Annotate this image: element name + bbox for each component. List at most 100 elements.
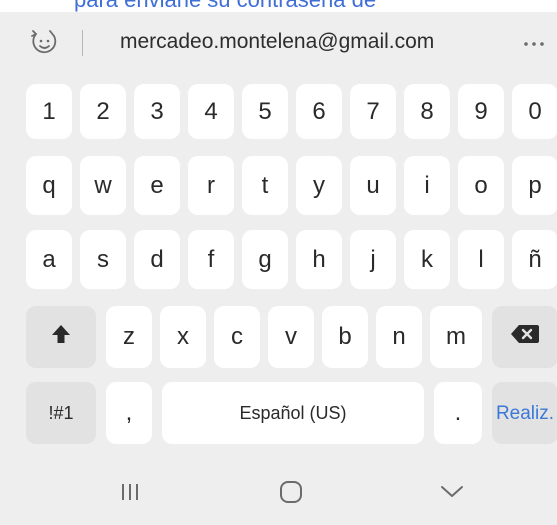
key-label: r (207, 171, 215, 199)
email-suggestion[interactable]: mercadeo.montelena@gmail.com (120, 30, 434, 54)
key-c[interactable]: c (214, 306, 260, 368)
key-0[interactable]: 0 (512, 84, 557, 139)
key-6[interactable]: 6 (296, 84, 342, 139)
space-label: Español (US) (239, 403, 347, 423)
key-label: 2 (96, 97, 110, 125)
key-label: s (97, 245, 109, 273)
key-label: 1 (42, 97, 56, 125)
key-j[interactable]: j (350, 230, 396, 289)
key-label: i (424, 171, 430, 199)
key-d[interactable]: d (134, 230, 180, 289)
key-label: 4 (204, 97, 218, 125)
key-label: 8 (420, 97, 434, 125)
key-label: 0 (528, 97, 542, 125)
key-v[interactable]: v (268, 306, 314, 368)
key-l[interactable]: l (458, 230, 504, 289)
key-s[interactable]: s (80, 230, 126, 289)
backspace-icon (510, 323, 540, 351)
key-label: 7 (366, 97, 380, 125)
key-label: u (366, 171, 380, 199)
key-q[interactable]: q (26, 156, 72, 215)
key-label: h (312, 245, 326, 273)
key-label: y (313, 171, 325, 199)
key-h[interactable]: h (296, 230, 342, 289)
key-label: d (150, 245, 164, 273)
key-label: m (446, 323, 466, 350)
key-n-tilde[interactable]: ñ (512, 230, 557, 289)
key-label: Realiz. (495, 402, 555, 424)
key-label: l (478, 245, 484, 273)
key-label: j (370, 245, 376, 273)
key-b[interactable]: b (322, 306, 368, 368)
key-label: , (125, 399, 133, 426)
key-t[interactable]: t (242, 156, 288, 215)
key-3[interactable]: 3 (134, 84, 180, 139)
key-label: f (207, 245, 215, 273)
key-label: q (42, 171, 56, 199)
key-5[interactable]: 5 (242, 84, 288, 139)
period-key[interactable]: . (434, 382, 482, 444)
key-label: o (474, 171, 488, 199)
clipboard-smile-icon[interactable] (28, 28, 62, 58)
key-label: 9 (474, 97, 488, 125)
system-navigation-bar (0, 458, 557, 525)
hide-keyboard-chevron-icon[interactable] (422, 472, 482, 512)
recent-apps-icon[interactable] (100, 472, 160, 512)
key-i[interactable]: i (404, 156, 450, 215)
key-y[interactable]: y (296, 156, 342, 215)
key-label: n (392, 323, 406, 350)
key-label: !#1 (48, 403, 74, 423)
partial-text: para enviarle su contraseña de (74, 0, 376, 12)
suggestion-bar: mercadeo.montelena@gmail.com (0, 12, 557, 72)
space-key[interactable]: Español (US) (162, 382, 424, 444)
key-label: z (123, 323, 135, 350)
key-p[interactable]: p (512, 156, 557, 215)
key-label: e (150, 171, 164, 199)
key-label: p (528, 171, 542, 199)
done-key[interactable]: Realiz. (492, 382, 557, 444)
text-field-peek: para enviarle su contraseña de (0, 0, 557, 12)
key-2[interactable]: 2 (80, 84, 126, 139)
symbols-key[interactable]: !#1 (26, 382, 96, 444)
key-8[interactable]: 8 (404, 84, 450, 139)
key-r[interactable]: r (188, 156, 234, 215)
key-a[interactable]: a (26, 230, 72, 289)
suggestion-divider (82, 30, 83, 56)
key-o[interactable]: o (458, 156, 504, 215)
key-label: 5 (258, 97, 272, 125)
key-u[interactable]: u (350, 156, 396, 215)
key-label: w (94, 171, 112, 199)
key-label: v (285, 323, 297, 350)
home-icon[interactable] (261, 472, 321, 512)
key-label: t (261, 171, 269, 199)
more-horizontal-icon[interactable] (520, 34, 548, 54)
key-9[interactable]: 9 (458, 84, 504, 139)
shift-key[interactable] (26, 306, 96, 368)
key-label: 3 (150, 97, 164, 125)
comma-key[interactable]: , (106, 382, 152, 444)
key-label: g (258, 245, 272, 273)
key-label: b (338, 323, 352, 350)
key-f[interactable]: f (188, 230, 234, 289)
key-label: ñ (528, 245, 542, 273)
key-m[interactable]: m (430, 306, 482, 368)
key-label: 6 (312, 97, 326, 125)
key-1[interactable]: 1 (26, 84, 72, 139)
key-label: x (177, 323, 189, 350)
key-7[interactable]: 7 (350, 84, 396, 139)
key-label: k (421, 245, 433, 273)
key-label: a (42, 245, 56, 273)
key-k[interactable]: k (404, 230, 450, 289)
key-n[interactable]: n (376, 306, 422, 368)
key-4[interactable]: 4 (188, 84, 234, 139)
backspace-key[interactable] (492, 306, 557, 368)
keyboard-screen: para enviarle su contraseña de mercadeo.… (0, 0, 557, 525)
key-w[interactable]: w (80, 156, 126, 215)
key-g[interactable]: g (242, 230, 288, 289)
key-label: c (231, 323, 243, 350)
key-label: . (454, 399, 462, 426)
key-z[interactable]: z (106, 306, 152, 368)
key-e[interactable]: e (134, 156, 180, 215)
key-x[interactable]: x (160, 306, 206, 368)
shift-arrow-up-icon (50, 323, 72, 352)
